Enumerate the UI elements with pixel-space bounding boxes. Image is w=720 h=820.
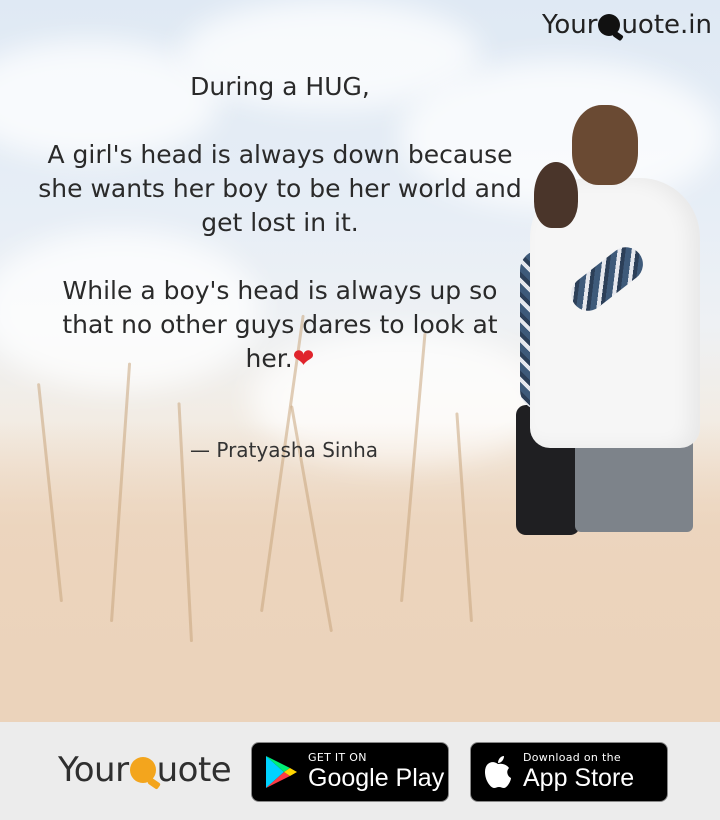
q-logo-icon (598, 14, 621, 36)
yourquote-logo-top: Your uote.in (542, 10, 712, 40)
quote-line-last: her.❤ (20, 342, 540, 376)
quote-line-text: her. (245, 344, 293, 373)
heart-icon: ❤ (292, 344, 315, 374)
man-head (572, 105, 638, 185)
yourquote-logo-footer: Your uote (58, 750, 232, 790)
google-play-icon (266, 756, 297, 788)
google-play-button[interactable]: GET IT ON Google Play (251, 742, 449, 802)
footer-brand-right: uote (156, 750, 232, 790)
quote-title: During a HUG, (190, 72, 370, 101)
brand-text-left: Your (541, 10, 598, 40)
app-store-button[interactable]: Download on the App Store (470, 742, 668, 802)
quote-line: that no other guys dares to look at (62, 310, 498, 339)
girl-head (534, 162, 578, 228)
brand-text-right: uote.in (621, 10, 712, 40)
author-name: — Pratyasha Sinha (190, 438, 379, 462)
quote-line: she wants her boy to be her world and (38, 174, 522, 203)
quote-line: A girl's head is always down because (47, 140, 513, 169)
app-store-label: App Store (523, 764, 635, 792)
footer-bar: Your uote GET IT ON Google Play Download… (0, 722, 720, 820)
q-logo-icon (129, 757, 156, 783)
footer-brand-left: Your (58, 750, 129, 790)
google-play-small-label: GET IT ON (308, 751, 367, 764)
app-store-small-label: Download on the (523, 751, 621, 764)
google-play-label: Google Play (308, 764, 445, 792)
quote-line: While a boy's head is always up so (62, 276, 498, 305)
quote-line: get lost in it. (201, 208, 359, 237)
apple-icon (485, 756, 511, 788)
quote-text: During a HUG, A girl's head is always do… (20, 70, 540, 376)
